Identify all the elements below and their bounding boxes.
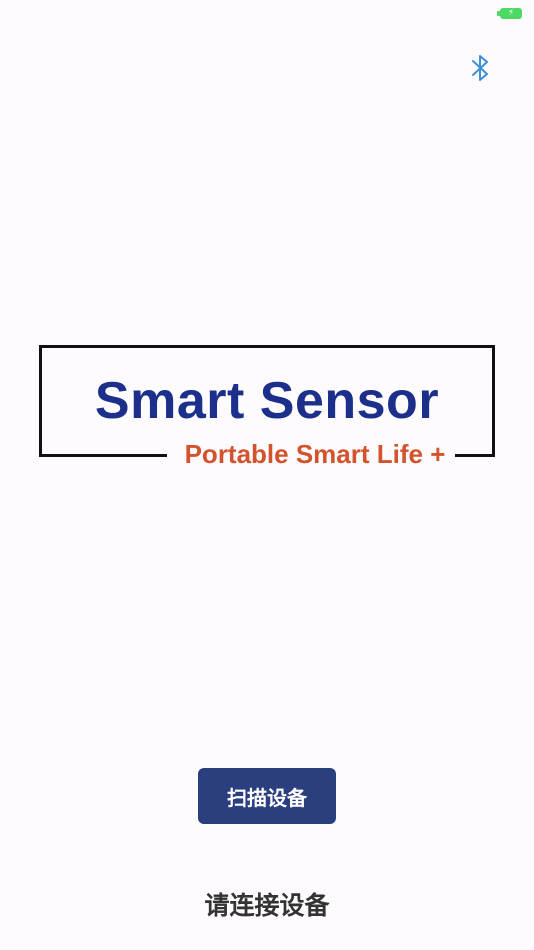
status-bar: ⚡ — [0, 0, 534, 26]
logo-tagline: Portable Smart Life + — [184, 439, 446, 469]
bluetooth-button[interactable] — [466, 52, 494, 84]
logo-title: Smart Sensor — [94, 372, 440, 430]
battery-charging-icon: ⚡ — [497, 8, 522, 19]
scan-devices-button[interactable]: 扫描设备 — [198, 768, 336, 824]
logo-frame-top — [39, 345, 495, 348]
logo-frame-bottom-left — [39, 454, 167, 457]
connect-device-prompt: 请连接设备 — [204, 891, 330, 920]
bluetooth-icon — [472, 55, 488, 81]
app-logo: Smart Sensor Portable Smart Life + — [39, 345, 495, 469]
logo-frame-bottom-right — [455, 454, 495, 457]
